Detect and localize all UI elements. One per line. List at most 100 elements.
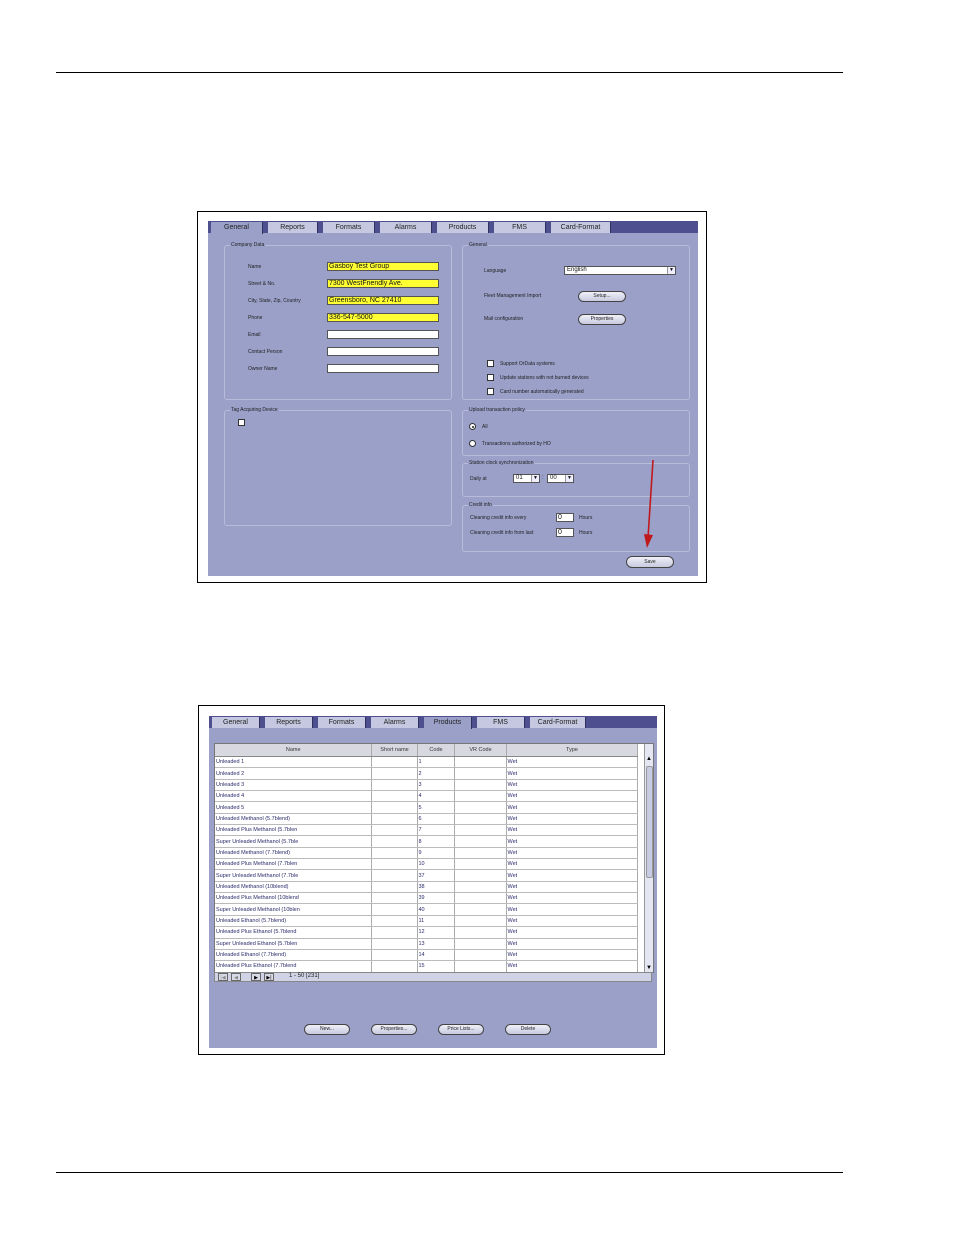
tab-formats[interactable]: Formats: [318, 717, 366, 728]
table-cell: 40: [417, 903, 455, 916]
table-scrollbar[interactable]: ▲ ▼: [644, 744, 653, 972]
field-input-3[interactable]: 336-547-5000: [327, 313, 439, 322]
general-checkbox-0[interactable]: [487, 360, 494, 367]
first-page-button[interactable]: |◀: [218, 973, 228, 981]
clock-hour-select[interactable]: 01 ▼: [513, 474, 540, 483]
table-row[interactable]: Unleaded Plus Methanol (5.7blen 7 Wet: [215, 824, 638, 837]
table-cell: 8: [417, 835, 455, 848]
scroll-up-icon[interactable]: ▲: [645, 756, 653, 762]
products-table: Name Short name Code VR Code Type Unleaded 1…: [214, 743, 654, 973]
table-cell: 6: [417, 813, 455, 826]
table-row[interactable]: Unleaded Ethanol (7.7blend) 14 Wet: [215, 949, 638, 962]
table-row[interactable]: Unleaded Plus Methanol (10blend 39 Wet: [215, 892, 638, 905]
tab-alarms[interactable]: Alarms: [380, 222, 432, 233]
table-row[interactable]: Unleaded Plus Ethanol (7.7blend 15 Wet: [215, 960, 638, 972]
field-input-0[interactable]: Gasboy Test Group: [327, 262, 439, 271]
field-input-5[interactable]: [327, 347, 439, 356]
column-header-short-name[interactable]: Short name: [371, 744, 418, 757]
new-button[interactable]: New...: [304, 1024, 350, 1035]
table-row[interactable]: Unleaded Methanol (7.7blend) 9 Wet: [215, 847, 638, 860]
table-row[interactable]: Unleaded 2 2 Wet: [215, 767, 638, 780]
clock-minute-value: 00: [550, 475, 557, 481]
table-cell: 37: [417, 869, 455, 882]
tab-alarms[interactable]: Alarms: [371, 717, 419, 728]
table-row[interactable]: Unleaded 1 1 Wet: [215, 756, 638, 769]
table-cell: [371, 869, 418, 882]
chevron-down-icon: ▼: [531, 475, 539, 482]
table-row[interactable]: Unleaded Methanol (5.7blend) 6 Wet: [215, 813, 638, 826]
credit-info-group: [462, 505, 690, 552]
table-cell: Wet: [506, 960, 638, 972]
next-page-button[interactable]: ▶: [251, 973, 261, 981]
table-cell: Wet: [506, 767, 638, 780]
table-cell: Unleaded Methanol (5.7blend): [215, 813, 372, 826]
general-checkbox-1[interactable]: [487, 374, 494, 381]
tab-fms[interactable]: FMS: [477, 717, 525, 728]
properties-button[interactable]: Properties...: [371, 1024, 417, 1035]
table-cell: 13: [417, 938, 455, 950]
delete-button[interactable]: Delete: [505, 1024, 551, 1035]
table-row[interactable]: Super Unleaded Methanol (5.7ble 8 Wet: [215, 835, 638, 848]
tab-products[interactable]: Products: [437, 222, 489, 233]
table-cell: Unleaded 4: [215, 790, 372, 803]
tab-general[interactable]: General: [212, 717, 260, 728]
table-row[interactable]: Super Unleaded Methanol (7.7ble 37 Wet: [215, 869, 638, 882]
tab-card-format[interactable]: Card-Format: [530, 717, 586, 728]
chevron-down-icon: ▼: [565, 475, 573, 482]
prev-page-button[interactable]: ◀: [231, 973, 241, 981]
pager-text: 1 - 50 [231]: [289, 973, 320, 979]
column-header-vr-code[interactable]: VR Code: [454, 744, 507, 757]
tab-products[interactable]: Products: [424, 717, 472, 729]
table-row[interactable]: Unleaded Plus Methanol (7.7blen 10 Wet: [215, 858, 638, 871]
field-input-2[interactable]: Greensboro, NC 27410: [327, 296, 439, 305]
tab-card-format[interactable]: Card-Format: [551, 222, 611, 233]
tag-acquiring-checkbox[interactable]: [238, 419, 245, 426]
table-row[interactable]: Unleaded 3 3 Wet: [215, 779, 638, 792]
tab-general[interactable]: General: [211, 222, 263, 234]
scroll-thumb[interactable]: [646, 766, 653, 878]
column-header-type[interactable]: Type: [506, 744, 638, 757]
credit-info-title: Credit info: [468, 502, 493, 508]
table-row[interactable]: Unleaded Plus Ethanol (5.7blend 12 Wet: [215, 926, 638, 939]
table-row[interactable]: Unleaded Methanol (10blend) 38 Wet: [215, 881, 638, 894]
credit-last-unit: Hours: [579, 530, 593, 536]
column-header-name[interactable]: Name: [215, 744, 372, 757]
table-cell: [454, 938, 507, 950]
mail-properties-button[interactable]: Properties: [578, 314, 626, 325]
table-cell: [454, 801, 507, 814]
upload-ho-radio[interactable]: [469, 440, 476, 447]
table-cell: [454, 903, 507, 916]
pager-bar: [214, 972, 652, 982]
general-checkbox-2[interactable]: [487, 388, 494, 395]
price-lists-button[interactable]: Price Lists...: [438, 1024, 484, 1035]
tab-reports[interactable]: Reports: [268, 222, 318, 233]
table-row[interactable]: Unleaded 5 5 Wet: [215, 801, 638, 814]
fleet-setup-button[interactable]: Setup...: [578, 291, 626, 302]
scroll-down-icon[interactable]: ▼: [645, 965, 653, 971]
table-row[interactable]: Super Unleaded Methanol (10blen 40 Wet: [215, 903, 638, 916]
upload-all-radio[interactable]: [469, 423, 476, 430]
tab-reports[interactable]: Reports: [265, 717, 313, 728]
table-cell: Wet: [506, 847, 638, 860]
field-input-6[interactable]: [327, 364, 439, 373]
field-input-1[interactable]: 7300 WestFriendly Ave.: [327, 279, 439, 288]
last-page-button[interactable]: ▶|: [264, 973, 274, 981]
table-cell: 2: [417, 767, 455, 780]
tab-fms[interactable]: FMS: [494, 222, 546, 233]
field-input-4[interactable]: [327, 330, 439, 339]
clock-sync-title: Station clock synchronization: [468, 460, 535, 466]
table-cell: Wet: [506, 949, 638, 962]
language-select[interactable]: English ▼: [564, 266, 676, 275]
table-row[interactable]: Super Unleaded Ethanol (5.7blen 13 Wet: [215, 938, 638, 950]
table-cell: [371, 835, 418, 848]
credit-last-input[interactable]: 0: [556, 528, 574, 537]
table-row[interactable]: Unleaded Ethanol (5.7blend) 11 Wet: [215, 915, 638, 928]
table-row[interactable]: Unleaded 4 4 Wet: [215, 790, 638, 803]
tab-formats[interactable]: Formats: [323, 222, 375, 233]
clock-minute-select[interactable]: 00 ▼: [547, 474, 574, 483]
field-label-3: Phone: [248, 315, 263, 321]
table-cell: Unleaded Plus Ethanol (5.7blend: [215, 926, 372, 939]
save-button[interactable]: Save: [626, 556, 674, 568]
credit-every-input[interactable]: 0: [556, 513, 574, 522]
column-header-code[interactable]: Code: [417, 744, 455, 757]
